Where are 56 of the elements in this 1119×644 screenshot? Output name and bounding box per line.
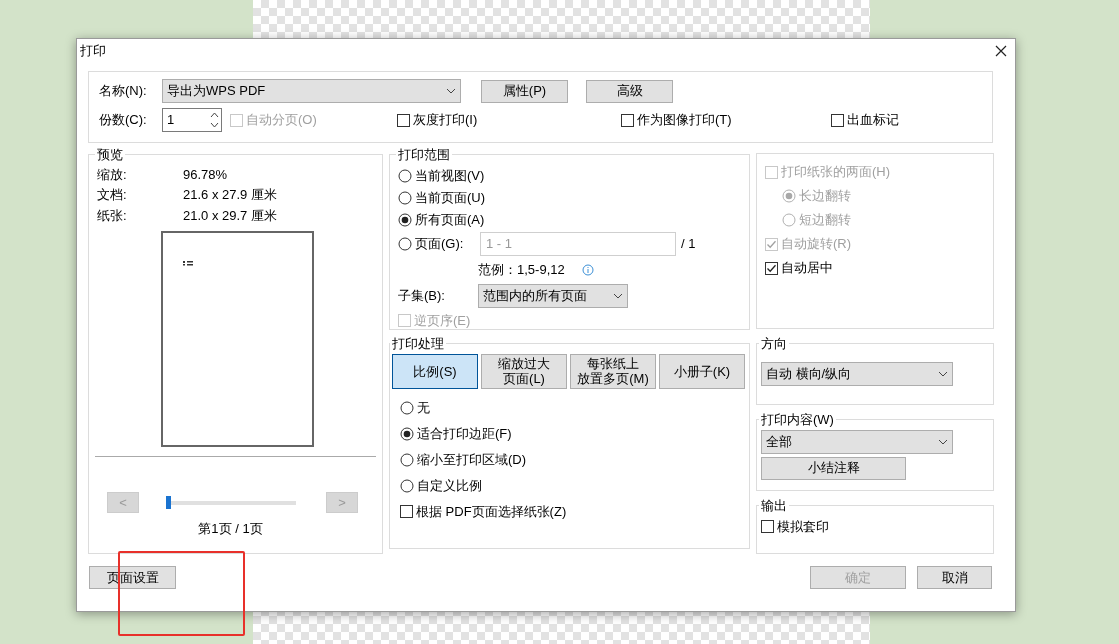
radio-button[interactable]: 无 (400, 397, 430, 418)
group-title: 打印范围 (397, 146, 451, 164)
info-value: 21.6 x 27.9 厘米 (183, 186, 277, 204)
field-label: 份数(C): (99, 111, 148, 130)
group-title: 打印内容(W) (760, 411, 835, 429)
radio-button[interactable]: 页面(G): (398, 233, 480, 254)
group-title: 预览 (96, 146, 124, 164)
copies-spinner[interactable]: 1 (162, 108, 222, 132)
field-label: 子集(B): (398, 286, 446, 305)
info-label: 缩放: (97, 165, 128, 184)
printer-dropdown[interactable]: 导出为WPS PDF (162, 79, 461, 103)
advanced-button[interactable]: 高级 (586, 79, 673, 103)
radio-button[interactable]: 缩小至打印区域(D) (400, 449, 527, 470)
orientation-dropdown[interactable]: 自动 横向/纵向 (761, 361, 953, 386)
cancel-button[interactable]: 取消 (917, 566, 992, 589)
annotations-button[interactable]: 小结注释 (761, 456, 906, 480)
range-example: 范例：1,5-9,12 (478, 260, 565, 279)
info-label: 纸张: (97, 206, 128, 225)
checkbox[interactable]: 根据 PDF页面选择纸张(Z) (400, 501, 567, 522)
content-mark-icon (183, 260, 195, 266)
info-value: 96.78% (183, 165, 228, 184)
scaling-tab[interactable]: 每张纸上 放置多页(M) (570, 353, 656, 389)
info-label: 文档: (97, 186, 128, 204)
scaling-tab[interactable]: 比例(S) (392, 353, 478, 389)
chevron-down-icon (938, 370, 948, 377)
chevron-down-icon (446, 88, 456, 94)
slider-thumb[interactable] (166, 495, 171, 509)
content-dropdown[interactable]: 全部 (761, 429, 953, 454)
scaling-tab[interactable]: 缩放过大 页面(L) (481, 353, 567, 389)
info-value: 21.0 x 29.7 厘米 (183, 206, 277, 225)
radio-button[interactable]: 当前页面(U) (398, 187, 486, 208)
close-icon[interactable] (995, 45, 1007, 57)
checkbox[interactable]: 模拟套印 (761, 516, 829, 537)
group-title: 输出 (760, 497, 788, 515)
group-title: 方向 (760, 335, 788, 353)
checkbox[interactable]: 自动居中 (765, 258, 833, 278)
chevron-down-icon (613, 292, 623, 299)
subset-dropdown[interactable]: 范围内的所有页面 (478, 283, 628, 308)
checkbox[interactable]: 灰度打印(I) (397, 110, 621, 130)
checkbox[interactable]: 出血标记 (831, 110, 899, 130)
info-icon[interactable] (581, 263, 594, 276)
group-title: 打印处理 (391, 335, 445, 353)
checkbox[interactable]: 作为图像打印(T) (621, 110, 831, 130)
spinner-arrows-icon[interactable] (210, 111, 219, 129)
window-title: 打印 (80, 42, 106, 61)
page-indicator: 第1页 / 1页 (197, 520, 264, 538)
properties-button[interactable]: 属性(P) (481, 79, 568, 103)
radio-button[interactable]: 当前视图(V) (398, 165, 485, 186)
page-total: / 1 (681, 234, 696, 253)
field-label: 名称(N): (99, 82, 148, 101)
radio-button[interactable]: 所有页面(A) (398, 209, 485, 230)
radio-button[interactable]: 适合打印边距(F) (400, 423, 512, 444)
page-setup-button[interactable]: 页面设置 (89, 566, 176, 589)
radio-button[interactable]: 自定义比例 (400, 475, 482, 496)
chevron-down-icon (938, 438, 948, 445)
scaling-tab[interactable]: 小册子(K) (659, 353, 745, 389)
